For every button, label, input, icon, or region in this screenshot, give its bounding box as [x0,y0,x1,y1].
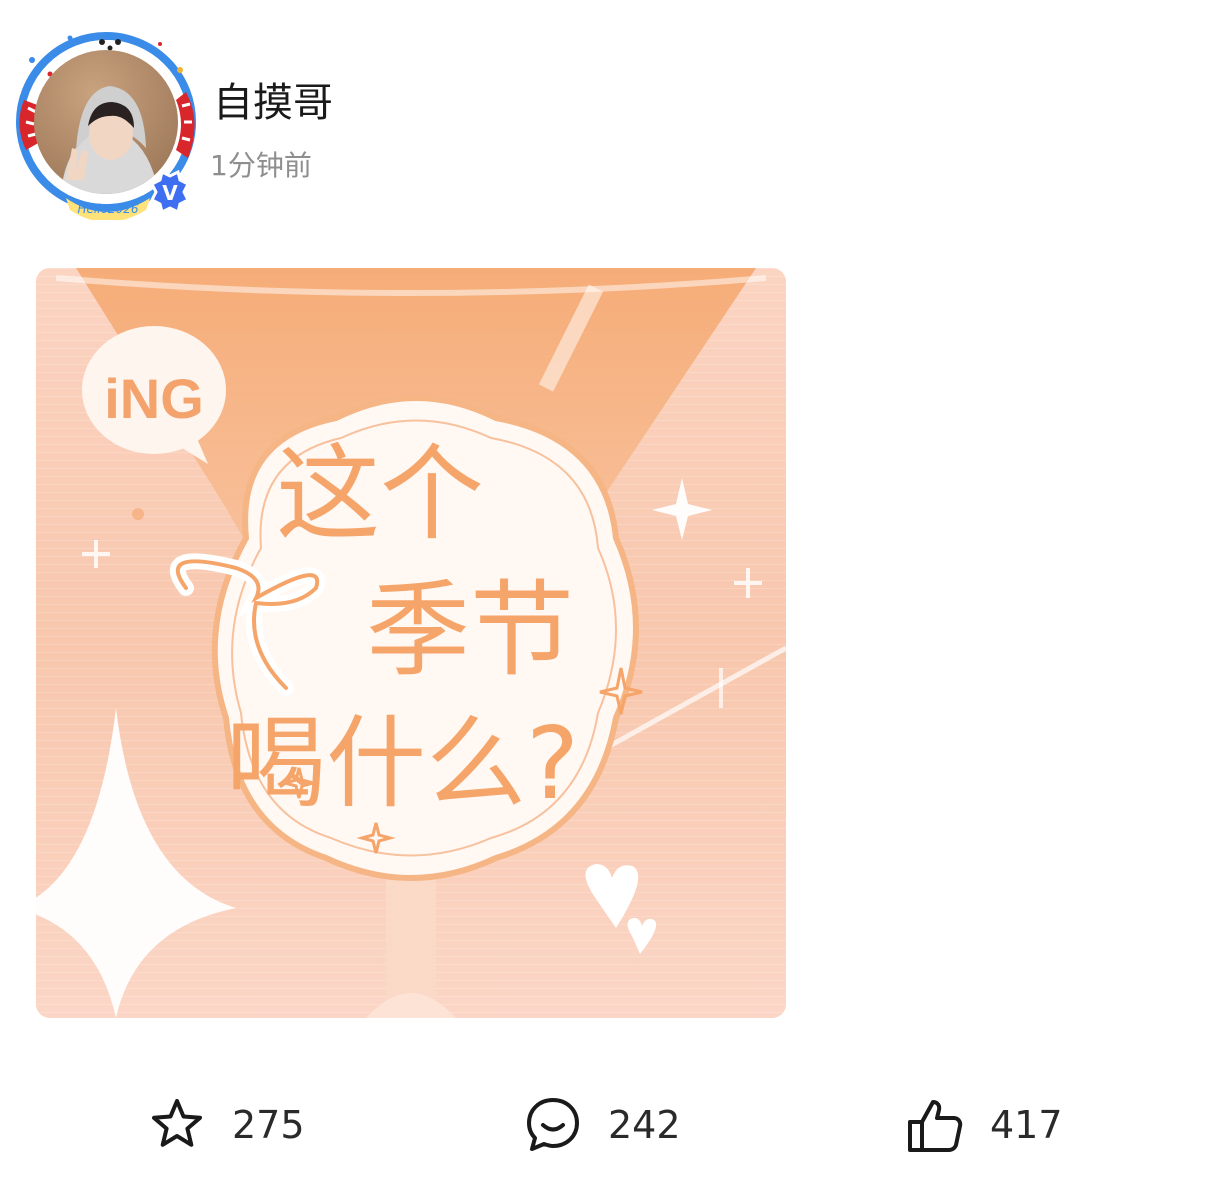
headline-line-2: 季节 [366,569,574,691]
headline-line-1: 这个 [276,433,484,555]
comment-button[interactable]: 242 [524,1094,681,1156]
thumbs-up-icon [908,1100,963,1152]
avatar-frame: Hello2026 V [16,32,196,222]
svg-text:V: V [162,181,178,205]
author-name[interactable]: 自摸哥 [213,76,333,130]
like-count: 417 [990,1103,1063,1147]
poster-artwork: iNG 这个 季节 喝什么? [36,268,786,1018]
star-outline-icon [152,1099,202,1147]
svg-text:iNG: iNG [104,367,204,430]
post-card: Hello2026 V 自摸哥 1分钟前 iNG 这个 季节 喝什么? 275 … [0,0,1206,1200]
favorite-count: 275 [232,1103,305,1147]
like-button[interactable]: 417 [906,1094,1063,1156]
avatar-frame-text: Hello2026 [78,202,139,216]
avatar[interactable]: Hello2026 V [10,30,206,222]
favorite-button[interactable]: 275 [148,1094,305,1156]
verified-badge-icon: V [149,169,191,215]
comment-count: 242 [608,1103,681,1147]
post-image[interactable]: iNG 这个 季节 喝什么? [36,268,786,1018]
headline-line-3: 喝什么? [226,705,579,822]
chat-bubble-icon [527,1098,579,1151]
post-time: 1分钟前 [210,149,312,182]
